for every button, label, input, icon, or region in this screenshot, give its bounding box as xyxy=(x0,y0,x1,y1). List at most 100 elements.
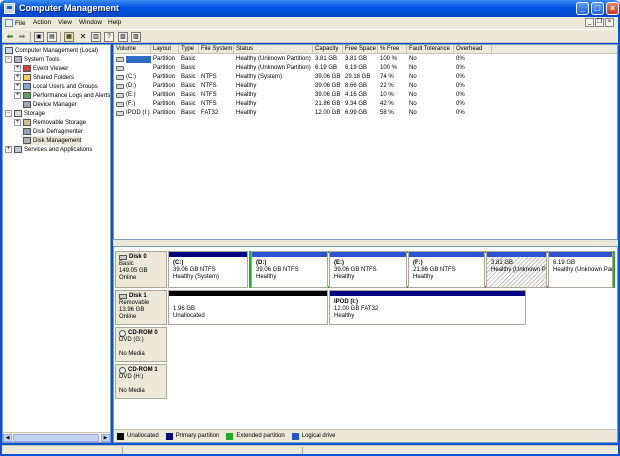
volume-list: Volume Layout Type File System Status Ca… xyxy=(113,44,618,240)
partition-unallocated[interactable]: 1.96 GB Unallocated xyxy=(168,290,328,325)
tree-item[interactable]: + Removable Storage xyxy=(14,118,86,127)
title-bar[interactable]: Computer Management _ □ × xyxy=(0,0,620,17)
column-header[interactable]: Fault Tolerance xyxy=(407,45,454,54)
partition-ipod[interactable]: IPOD (I:) 12.00 GB FAT32 Healthy xyxy=(329,290,526,325)
volume-row[interactable]: Partition Basic Healthy (Unknown Partition… xyxy=(114,55,617,64)
expand-icon[interactable]: + xyxy=(14,65,21,72)
partition-unknown-2[interactable]: 6.19 GB Healthy (Unknown Par xyxy=(548,251,613,288)
back-arrow-icon[interactable]: ⬅ xyxy=(5,32,15,42)
partition-e[interactable]: (E:) 39.06 GB NTFS Healthy xyxy=(329,251,407,288)
column-header[interactable]: Type xyxy=(179,45,199,54)
volume-cell: Basic xyxy=(181,65,196,71)
partition-d[interactable]: (D:) 39.06 GB NTFS Healthy xyxy=(251,251,328,288)
volume-row[interactable]: (C:) Partition Basic NTFS Healthy (System) 39… xyxy=(114,73,617,82)
volume-row[interactable]: IPOD (I:) Partition Basic FAT32 Healthy 12.00… xyxy=(114,109,617,118)
collapse-icon[interactable]: − xyxy=(5,110,12,117)
volume-row[interactable]: Partition Basic Healthy (Unknown Partition… xyxy=(114,64,617,73)
menu-view[interactable]: View xyxy=(58,19,72,26)
disk-info[interactable]: CD-ROM 1 DVD (H:) No Media xyxy=(115,364,167,399)
tree-item[interactable]: Disk Defragmenter xyxy=(23,127,83,136)
volume-cell: 0% xyxy=(456,74,465,80)
refresh-icon[interactable]: ▧ xyxy=(118,32,128,42)
volume-cell: No xyxy=(409,56,417,62)
column-header[interactable]: % Free xyxy=(378,45,407,54)
properties-icon[interactable]: ▦ xyxy=(64,32,74,42)
volume-row[interactable]: (F:) Partition Basic NTFS Healthy 21.86 GB 9.3… xyxy=(114,100,617,109)
disk-management-icon xyxy=(23,137,31,144)
scroll-thumb[interactable] xyxy=(13,434,99,442)
system-tools-icon xyxy=(14,56,22,63)
menu-help[interactable]: Help xyxy=(108,19,121,26)
drive-icon xyxy=(116,93,124,98)
drive-icon xyxy=(116,57,124,62)
maximize-button[interactable]: □ xyxy=(591,2,604,15)
tree-item[interactable]: + Performance Logs and Alerts xyxy=(14,91,110,100)
expand-icon[interactable]: + xyxy=(14,92,21,99)
settings-icon[interactable]: ▨ xyxy=(131,32,141,42)
show-hide-tree-icon[interactable]: ▤ xyxy=(47,32,57,42)
menu-file[interactable]: File xyxy=(5,19,25,27)
column-header[interactable]: Layout xyxy=(151,45,179,54)
minimize-button[interactable]: _ xyxy=(576,2,589,15)
expand-icon[interactable]: + xyxy=(14,119,21,126)
partition-c[interactable]: (C:) 39.06 GB NTFS Healthy (System) xyxy=(168,251,248,288)
menu-help-label: Help xyxy=(108,19,122,26)
legend-item: Logical drive xyxy=(291,432,335,440)
column-header[interactable]: Free Space xyxy=(343,45,378,54)
scroll-right-icon[interactable]: ▶ xyxy=(101,434,110,442)
computer-icon xyxy=(5,47,13,54)
column-header[interactable]: Status xyxy=(234,45,313,54)
partition-unknown-1[interactable]: 3.81 GB Healthy (Unknown Pa xyxy=(486,251,547,288)
tree-item[interactable]: Computer Management (Local) xyxy=(5,46,98,55)
up-folder-icon[interactable]: ▣ xyxy=(34,32,44,42)
child-minimize-button[interactable]: _ xyxy=(585,18,594,27)
expand-icon[interactable]: + xyxy=(14,83,21,90)
collapse-icon[interactable]: − xyxy=(5,56,12,63)
partition-size: 21.86 GB NTFS xyxy=(413,267,456,273)
tree-item[interactable]: − Storage xyxy=(5,109,45,118)
volume-row[interactable]: (E:) Partition Basic NTFS Healthy 39.06 GB 4.1… xyxy=(114,91,617,100)
child-restore-button[interactable]: ❐ xyxy=(595,18,604,27)
partition-f[interactable]: (F:) 21.86 GB NTFS Healthy xyxy=(408,251,485,288)
tree-horizontal-scrollbar[interactable]: ◀ ▶ xyxy=(3,432,110,442)
volume-cell: NTFS xyxy=(201,74,217,80)
child-close-button[interactable]: × xyxy=(605,18,614,27)
menu-window[interactable]: Window xyxy=(79,19,102,26)
tree-item[interactable]: + Services and Applications xyxy=(5,145,92,154)
disk-graphical-view: Disk 0 Basic 149.05 GB Online (C:) 39.06… xyxy=(113,246,618,443)
tree-item[interactable]: + Local Users and Groups xyxy=(14,82,98,91)
scroll-left-icon[interactable]: ◀ xyxy=(3,434,12,442)
export-list-icon[interactable]: ▥ xyxy=(91,32,101,42)
tree-item-label: Disk Defragmenter xyxy=(33,128,84,135)
expand-icon[interactable]: + xyxy=(14,74,21,81)
volume-cell: Basic xyxy=(181,56,196,62)
volume-cell: 3.81 GB xyxy=(345,56,368,62)
delete-icon[interactable]: ✕ xyxy=(78,32,88,42)
column-header[interactable]: Overhead xyxy=(454,45,492,54)
partition-size: 39.06 GB NTFS xyxy=(334,267,377,273)
disk-info[interactable]: Disk 1 Removable 13.96 GB Online xyxy=(115,290,167,325)
menu-action[interactable]: Action xyxy=(33,19,51,26)
column-header[interactable]: File System xyxy=(199,45,234,54)
tree-item-selected[interactable]: Disk Management xyxy=(23,136,82,145)
close-button[interactable]: × xyxy=(606,2,619,15)
partition-size: 12.00 GB FAT32 xyxy=(334,306,379,312)
volume-row[interactable]: (D:) Partition Basic NTFS Healthy 39.06 GB 8.6… xyxy=(114,82,617,91)
disk-info[interactable]: Disk 0 Basic 149.05 GB Online xyxy=(115,251,167,288)
column-header[interactable]: Volume xyxy=(114,45,151,54)
tree-item[interactable]: + Shared Folders xyxy=(14,73,74,82)
volume-cell: (D:) xyxy=(114,82,151,91)
legend-label: Unallocated xyxy=(127,433,159,439)
disk-info[interactable]: CD-ROM 0 DVD (G:) No Media xyxy=(115,327,167,362)
partition-name: (D:) xyxy=(256,260,267,266)
column-header[interactable]: Capacity xyxy=(313,45,343,54)
volume-cell: 100 % xyxy=(380,65,398,71)
tree-item[interactable]: − System Tools xyxy=(5,55,60,64)
tree-item[interactable]: Device Manager xyxy=(23,100,77,109)
forward-arrow-icon[interactable]: ➡ xyxy=(17,32,27,42)
tree-item[interactable]: + Event Viewer xyxy=(14,64,68,73)
performance-icon xyxy=(23,92,31,99)
volume-cell: Partition xyxy=(153,65,176,71)
expand-icon[interactable]: + xyxy=(5,146,12,153)
help-icon[interactable]: ? xyxy=(104,32,114,42)
